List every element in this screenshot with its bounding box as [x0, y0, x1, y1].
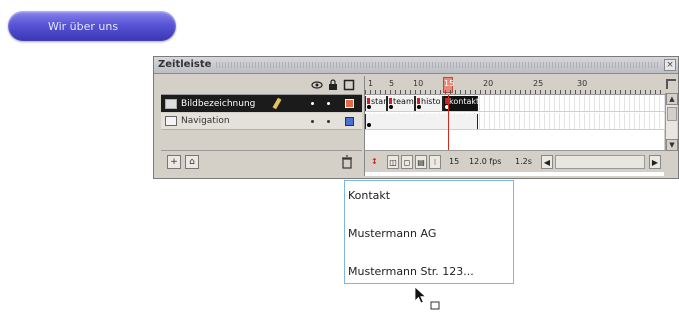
- panel-title: Zeitleiste: [158, 59, 212, 70]
- dropdown-item[interactable]: Mustermann AG: [348, 227, 436, 240]
- about-us-button[interactable]: Wir über uns: [8, 11, 176, 41]
- frame-row-navigation[interactable]: [365, 113, 665, 130]
- tick-label: 20: [483, 79, 494, 88]
- scroll-up-icon[interactable]: ▲: [666, 93, 678, 105]
- center-frame-icon[interactable]: ↕: [371, 155, 378, 169]
- frame-span[interactable]: [365, 114, 478, 129]
- layer-icon: [165, 98, 177, 109]
- close-icon[interactable]: ×: [664, 59, 676, 71]
- tick-label: 1: [368, 79, 374, 88]
- frame-rate-readout: 12.0 fps: [469, 157, 502, 166]
- frame-ruler[interactable]: 1 5 10 15 20 25 30: [365, 76, 665, 95]
- scroll-left-icon[interactable]: ◀: [541, 155, 553, 169]
- frame-span[interactable]: histo: [415, 96, 443, 111]
- panel-menu-icon[interactable]: [666, 79, 676, 89]
- titlebar-grip: [216, 62, 660, 68]
- onion-outline-icon[interactable]: ◻: [401, 155, 413, 169]
- onion-skin-icon[interactable]: ◫: [387, 155, 399, 169]
- visibility-dot[interactable]: [311, 102, 314, 105]
- navigation-dropdown: Kontakt Mustermann AG Mustermann Str. 12…: [344, 180, 514, 284]
- pencil-icon: [272, 97, 282, 110]
- trash-icon[interactable]: [341, 155, 353, 169]
- add-layer-icon[interactable]: +: [167, 155, 181, 169]
- frame-label: team: [393, 97, 414, 106]
- layers-header: [161, 76, 362, 95]
- layers-pane: Bildbezeichnung Navigation + ⌂: [161, 76, 362, 176]
- elapsed-time-readout: 1.2s: [515, 157, 532, 166]
- layer-color-swatch[interactable]: [345, 99, 354, 108]
- frame-row-bildbezeichnung[interactable]: start team histo kontakt: [365, 95, 665, 112]
- onion-markers-icon[interactable]: ⁝: [429, 155, 441, 169]
- scroll-right-icon[interactable]: ▶: [649, 155, 661, 169]
- layer-row-bildbezeichnung[interactable]: Bildbezeichnung: [161, 95, 362, 112]
- label-flag-icon: [417, 98, 420, 104]
- scroll-thumb[interactable]: [667, 107, 677, 121]
- layer-color-swatch[interactable]: [345, 117, 354, 126]
- frame-span[interactable]: start: [365, 96, 390, 111]
- about-us-button-label: Wir über uns: [47, 19, 119, 33]
- lock-icon[interactable]: [327, 79, 339, 91]
- outline-icon[interactable]: [343, 79, 355, 91]
- playhead-line: [448, 95, 449, 154]
- lock-dot[interactable]: [327, 102, 330, 105]
- layer-row-navigation[interactable]: Navigation: [161, 113, 362, 130]
- edit-multiple-icon[interactable]: ▤: [415, 155, 427, 169]
- dropdown-item[interactable]: Kontakt: [348, 189, 390, 202]
- dropdown-item[interactable]: Mustermann Str. 123...: [348, 265, 474, 278]
- visibility-dot[interactable]: [311, 120, 314, 123]
- frame-label: kontakt: [449, 97, 480, 106]
- label-flag-icon: [389, 98, 392, 104]
- tick-label: 25: [533, 79, 544, 88]
- timeline-panel: Zeitleiste × Bildbezeichnung Navigation …: [153, 56, 679, 179]
- scroll-down-icon[interactable]: ▼: [666, 139, 678, 151]
- eye-icon[interactable]: [311, 79, 323, 91]
- current-frame-readout: 15: [449, 157, 460, 166]
- frames-footer: ↕ ◫ ◻ ▤ ⁝ 15 12.0 fps 1.2s ◀ ▶: [365, 150, 665, 172]
- keyframe-icon: [367, 123, 371, 127]
- frames-pane: 1 5 10 15 20 25 30 start team histo kont…: [364, 76, 665, 176]
- lock-dot[interactable]: [327, 120, 330, 123]
- layer-name: Bildbezeichnung: [181, 98, 256, 109]
- layer-name: Navigation: [181, 116, 230, 126]
- frame-label: histo: [421, 97, 441, 106]
- frame-span[interactable]: team: [387, 96, 415, 111]
- horizontal-scrollbar[interactable]: [555, 155, 645, 169]
- tick-label: 30: [577, 79, 588, 88]
- label-flag-icon: [367, 98, 370, 104]
- tick-label: 15: [444, 79, 455, 88]
- add-guide-layer-icon[interactable]: ⌂: [185, 155, 199, 169]
- tick-label: 5: [389, 79, 395, 88]
- layers-footer: + ⌂: [161, 150, 362, 172]
- ruler-ticks: [365, 90, 665, 94]
- layer-icon: [165, 116, 177, 126]
- mouse-cursor-icon: [414, 286, 440, 310]
- panel-titlebar[interactable]: Zeitleiste ×: [154, 57, 678, 74]
- vertical-scrollbar[interactable]: ▲ ▼: [665, 93, 678, 151]
- tick-label: 10: [413, 79, 424, 88]
